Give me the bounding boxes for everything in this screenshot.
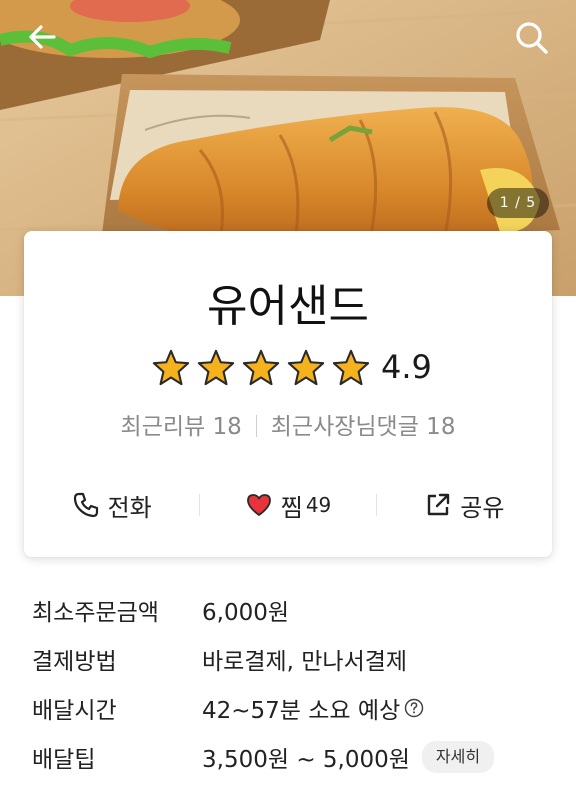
arrow-left-icon bbox=[29, 25, 56, 49]
min-order-row: 최소주문금액 6,000원 bbox=[32, 585, 552, 634]
rating-row: 4.9 bbox=[152, 347, 432, 387]
share-icon bbox=[428, 493, 450, 516]
payment-label: 결제방법 bbox=[32, 648, 117, 675]
share-button[interactable]: 공유 bbox=[377, 483, 552, 527]
action-bar: 전화 찜 49 공유 bbox=[24, 483, 552, 527]
rating-value: 4.9 bbox=[381, 348, 432, 386]
call-label: 전화 bbox=[107, 493, 152, 522]
delivery-time-value: 42~57분 소요 예상 bbox=[202, 697, 401, 724]
star-icon bbox=[242, 349, 280, 386]
recent-reviews-link[interactable]: 최근리뷰 18 bbox=[121, 414, 242, 440]
store-name: 유어샌드 bbox=[207, 281, 369, 332]
star-icon bbox=[152, 349, 190, 386]
help-icon[interactable] bbox=[404, 698, 424, 718]
payment-value: 바로결제, 만나서결제 bbox=[202, 648, 408, 675]
store-info-card: 유어샌드 4.9 최근리뷰 18 최근사장님댓글 18 전화 찜 49 공유 bbox=[24, 231, 552, 557]
review-summary: 최근리뷰 18 최근사장님댓글 18 bbox=[24, 407, 552, 441]
search-button[interactable] bbox=[510, 16, 554, 60]
store-details: 최소주문금액 6,000원 결제방법 바로결제, 만나서결제 배달시간 42~5… bbox=[32, 585, 552, 781]
delivery-tip-row: 배달팁 3,500원 ~ 5,000원 자세히 bbox=[32, 732, 552, 781]
delivery-time-value-wrap: 42~57분 소요 예상 bbox=[202, 691, 424, 725]
min-order-value: 6,000원 bbox=[202, 599, 290, 626]
back-button[interactable] bbox=[20, 16, 64, 60]
zzim-button[interactable]: 찜 49 bbox=[200, 483, 375, 527]
star-icon bbox=[197, 349, 235, 386]
delivery-tip-detail-button[interactable]: 자세히 bbox=[421, 740, 495, 773]
call-button[interactable]: 전화 bbox=[24, 483, 199, 527]
phone-icon bbox=[73, 492, 98, 518]
star-icon bbox=[332, 349, 370, 386]
divider bbox=[255, 415, 257, 437]
delivery-tip-value: 3,500원 ~ 5,000원 bbox=[202, 746, 410, 773]
payment-row: 결제방법 바로결제, 만나서결제 bbox=[32, 634, 552, 683]
search-icon bbox=[516, 22, 548, 54]
heart-icon bbox=[246, 494, 271, 516]
star-icon bbox=[287, 349, 325, 386]
delivery-tip-value-wrap: 3,500원 ~ 5,000원 자세히 bbox=[202, 740, 495, 774]
share-label: 공유 bbox=[460, 493, 505, 522]
photo-counter: 1 / 5 bbox=[487, 188, 549, 218]
recent-owner-comments-link[interactable]: 최근사장님댓글 18 bbox=[271, 414, 456, 440]
zzim-label: 찜 bbox=[280, 493, 303, 522]
zzim-count: 49 bbox=[305, 493, 332, 517]
delivery-time-label: 배달시간 bbox=[32, 697, 117, 724]
min-order-label: 최소주문금액 bbox=[32, 599, 159, 626]
delivery-tip-label: 배달팁 bbox=[32, 746, 96, 773]
delivery-time-row: 배달시간 42~57분 소요 예상 bbox=[32, 683, 552, 732]
